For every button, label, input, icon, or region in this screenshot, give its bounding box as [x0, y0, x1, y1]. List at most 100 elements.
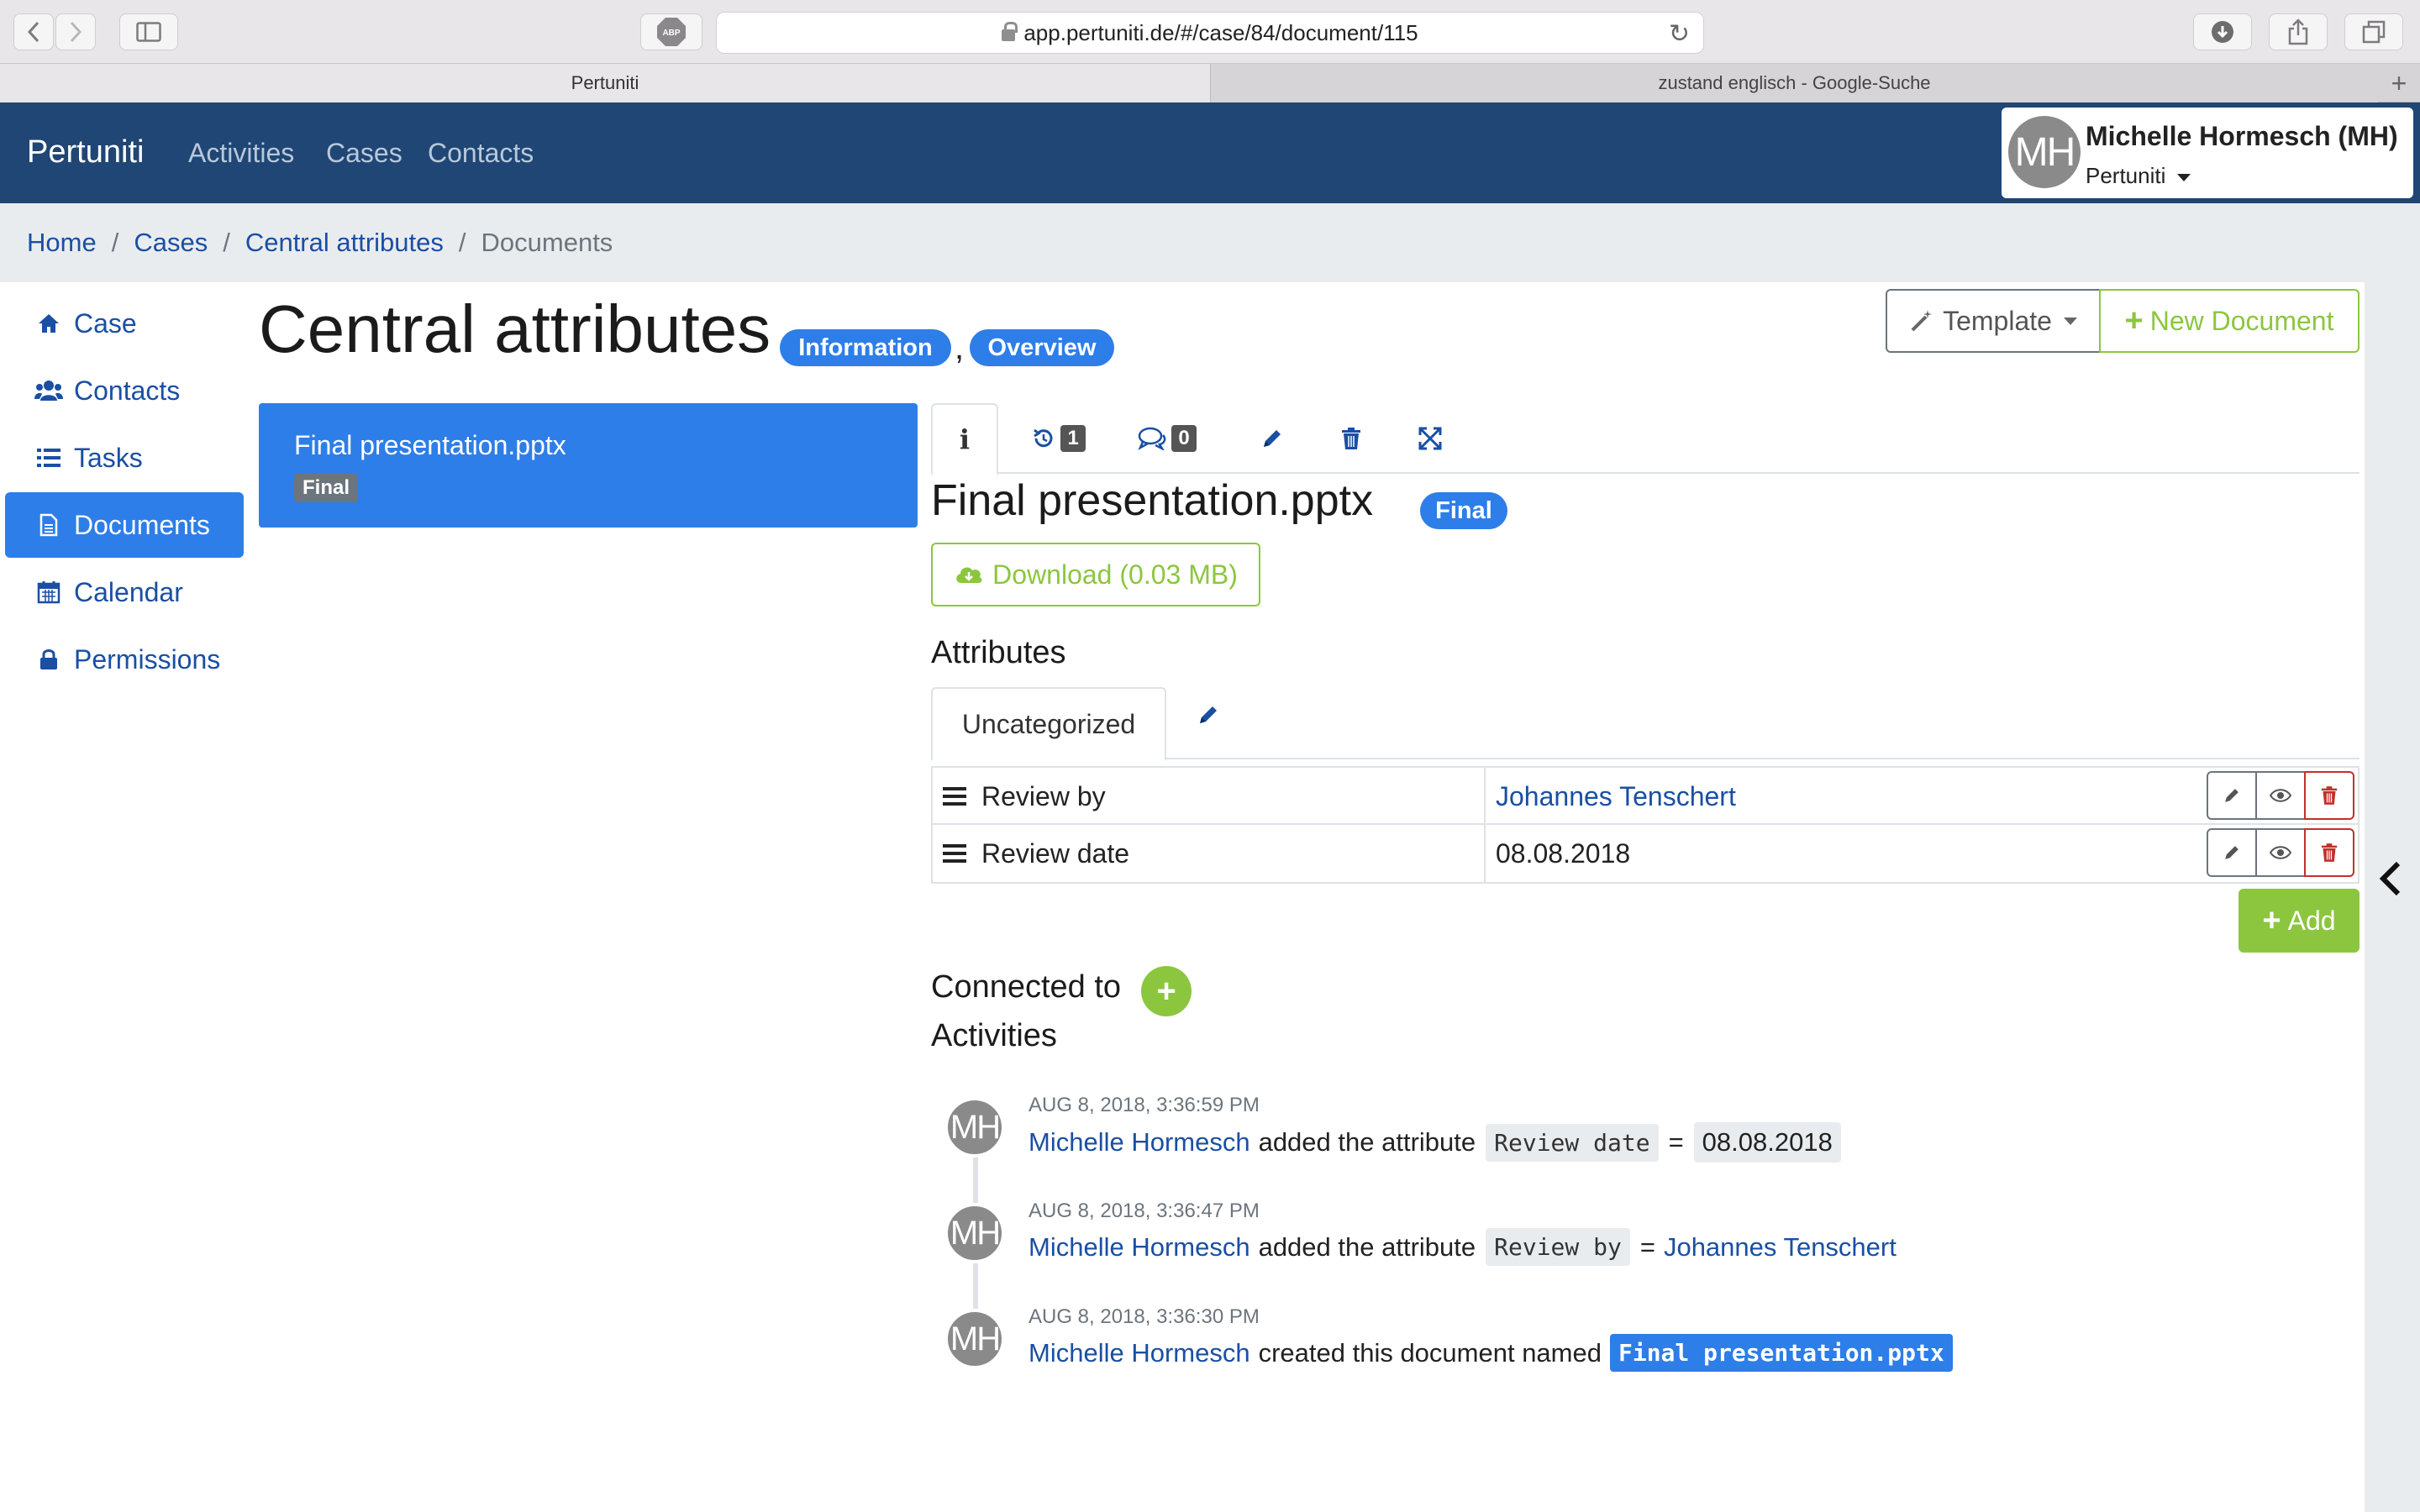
tag-badge[interactable]: Overview	[970, 329, 1114, 366]
drag-handle-icon[interactable]	[943, 787, 966, 806]
delete-attribute-button[interactable]	[2304, 828, 2354, 877]
sidebar-item-label: Calendar	[74, 576, 183, 607]
browser-tabs: Pertuniti zustand englisch - Google-Such…	[0, 64, 2420, 102]
breadcrumb-case[interactable]: Central attributes	[245, 228, 444, 258]
table-row: Review date 08.08.2018	[933, 825, 2358, 882]
sidebar-item-contacts[interactable]: Contacts	[5, 358, 244, 423]
attribute-value: 08.08.2018	[1496, 837, 1631, 869]
tab-info[interactable]: i	[931, 403, 998, 475]
lock-icon	[1002, 22, 1018, 41]
download-button[interactable]: Download (0.03 MB)	[931, 543, 1260, 606]
sidebar-item-permissions[interactable]: Permissions	[5, 627, 244, 692]
share-button[interactable]	[2269, 13, 2328, 50]
activity-action: created this document named	[1258, 1337, 1602, 1368]
forward-button[interactable]	[55, 13, 96, 50]
downloads-button[interactable]	[2193, 13, 2252, 50]
document-list-item[interactable]: Final presentation.pptx Final	[259, 403, 918, 528]
view-attribute-button[interactable]	[2255, 828, 2306, 877]
calendar-icon	[34, 580, 64, 604]
sidebar-item-tasks[interactable]: Tasks	[5, 425, 244, 491]
sidebar-toggle-button[interactable]	[119, 13, 178, 50]
trash-icon	[1342, 428, 1360, 449]
browser-tab-title: zustand englisch - Google-Suche	[1658, 72, 1931, 93]
browser-tab-inactive[interactable]: zustand englisch - Google-Suche	[1210, 64, 2378, 102]
activity-user-link[interactable]: Michelle Hormesch	[1028, 1127, 1250, 1158]
add-connection-button[interactable]: +	[1141, 966, 1192, 1016]
caret-down-icon	[2063, 317, 2077, 325]
document-icon	[34, 513, 64, 537]
tab-delete[interactable]	[1326, 403, 1376, 474]
sidebar-item-label: Case	[74, 307, 137, 339]
tabs-icon	[2362, 20, 2386, 44]
tag-badge[interactable]: Information	[780, 329, 951, 366]
new-tab-icon[interactable]: +	[2378, 64, 2420, 102]
nav-cases[interactable]: Cases	[326, 138, 402, 169]
chevron-left-icon[interactable]	[2378, 860, 2403, 897]
template-button[interactable]: Template	[1886, 289, 2101, 353]
document-tabs: i 1 0	[931, 403, 2360, 475]
reload-icon[interactable]: ↻	[1669, 19, 1690, 49]
attribute-value-link[interactable]: Johannes Tenschert	[1664, 1232, 1897, 1263]
attribute-value-chip: 08.08.2018	[1693, 1122, 1841, 1163]
tab-comments[interactable]: 0	[1129, 403, 1205, 474]
attribute-key-label: Review by	[981, 780, 1106, 811]
edit-attribute-button[interactable]	[2207, 771, 2257, 820]
back-button[interactable]	[13, 13, 54, 50]
breadcrumb-separator: /	[223, 228, 230, 257]
sidebar-item-case[interactable]: Case	[5, 291, 244, 356]
list-icon	[34, 448, 64, 468]
download-label: Download (0.03 MB)	[992, 559, 1238, 590]
download-icon	[2212, 21, 2233, 43]
delete-attribute-button[interactable]	[2304, 771, 2354, 820]
address-bar[interactable]: app.pertuniti.de/#/case/84/document/115 …	[716, 12, 1704, 54]
comments-icon	[1138, 427, 1166, 450]
add-label: Add	[2287, 905, 2336, 936]
tab-edit[interactable]	[1247, 403, 1297, 474]
activity-text: Michelle Hormesch added the attribute Re…	[1028, 1122, 1841, 1163]
breadcrumb: Home / Cases / Central attributes / Docu…	[0, 203, 2420, 282]
brand-logo[interactable]: Pertuniti	[27, 134, 144, 171]
sidebar-icon	[136, 22, 161, 42]
equals-sign: =	[1639, 1231, 1655, 1262]
activity-user-link[interactable]: Michelle Hormesch	[1028, 1232, 1250, 1263]
edit-categories-button[interactable]	[1197, 702, 1220, 733]
breadcrumb-separator: /	[458, 228, 466, 257]
chevron-right-icon	[70, 21, 82, 43]
trash-icon	[2321, 786, 2338, 805]
tabs-overview-button[interactable]	[2344, 13, 2403, 50]
magic-wand-icon	[1911, 310, 1933, 332]
edit-attribute-button[interactable]	[2207, 828, 2257, 877]
avatar: MH	[944, 1097, 1005, 1158]
add-attribute-button[interactable]: + Add	[2238, 889, 2360, 953]
new-document-button[interactable]: + New Document	[2099, 289, 2360, 353]
eye-icon	[2270, 789, 2291, 802]
pencil-icon	[1264, 430, 1281, 447]
tab-history[interactable]: 1	[1025, 403, 1092, 474]
status-badge: Final	[294, 474, 359, 502]
eye-icon	[2270, 846, 2291, 859]
attribute-value-link[interactable]: Johannes Tenschert	[1496, 768, 1736, 825]
tab-fullscreen[interactable]	[1405, 403, 1455, 474]
avatar: MH	[944, 1203, 1005, 1263]
breadcrumb-home[interactable]: Home	[27, 228, 97, 258]
status-badge: Final	[1420, 492, 1507, 529]
nav-contacts[interactable]: Contacts	[428, 138, 534, 169]
attribute-name-chip: Review by	[1486, 1228, 1630, 1266]
activity-user-link[interactable]: Michelle Hormesch	[1028, 1338, 1250, 1368]
view-attribute-button[interactable]	[2255, 771, 2306, 820]
nav-activities[interactable]: Activities	[188, 138, 294, 169]
document-name-chip[interactable]: Final presentation.pptx	[1609, 1334, 1953, 1372]
trash-icon	[2321, 843, 2338, 862]
activity-text: Michelle Hormesch added the attribute Re…	[1028, 1228, 1897, 1266]
breadcrumb-cases[interactable]: Cases	[134, 228, 208, 258]
sidebar-item-documents[interactable]: Documents	[5, 492, 244, 558]
info-icon: i	[959, 423, 971, 455]
user-menu[interactable]: MH Michelle Hormesch (MH) Pertuniti	[2002, 108, 2413, 198]
adblock-button[interactable]: ABP	[640, 13, 702, 50]
breadcrumb-current: Documents	[481, 228, 613, 257]
tab-uncategorized[interactable]: Uncategorized	[931, 687, 1166, 761]
browser-tab-active[interactable]: Pertuniti	[0, 64, 1210, 102]
connected-heading: Connected to	[931, 969, 1122, 1005]
drag-handle-icon[interactable]	[943, 844, 966, 863]
sidebar-item-calendar[interactable]: Calendar	[5, 559, 244, 625]
